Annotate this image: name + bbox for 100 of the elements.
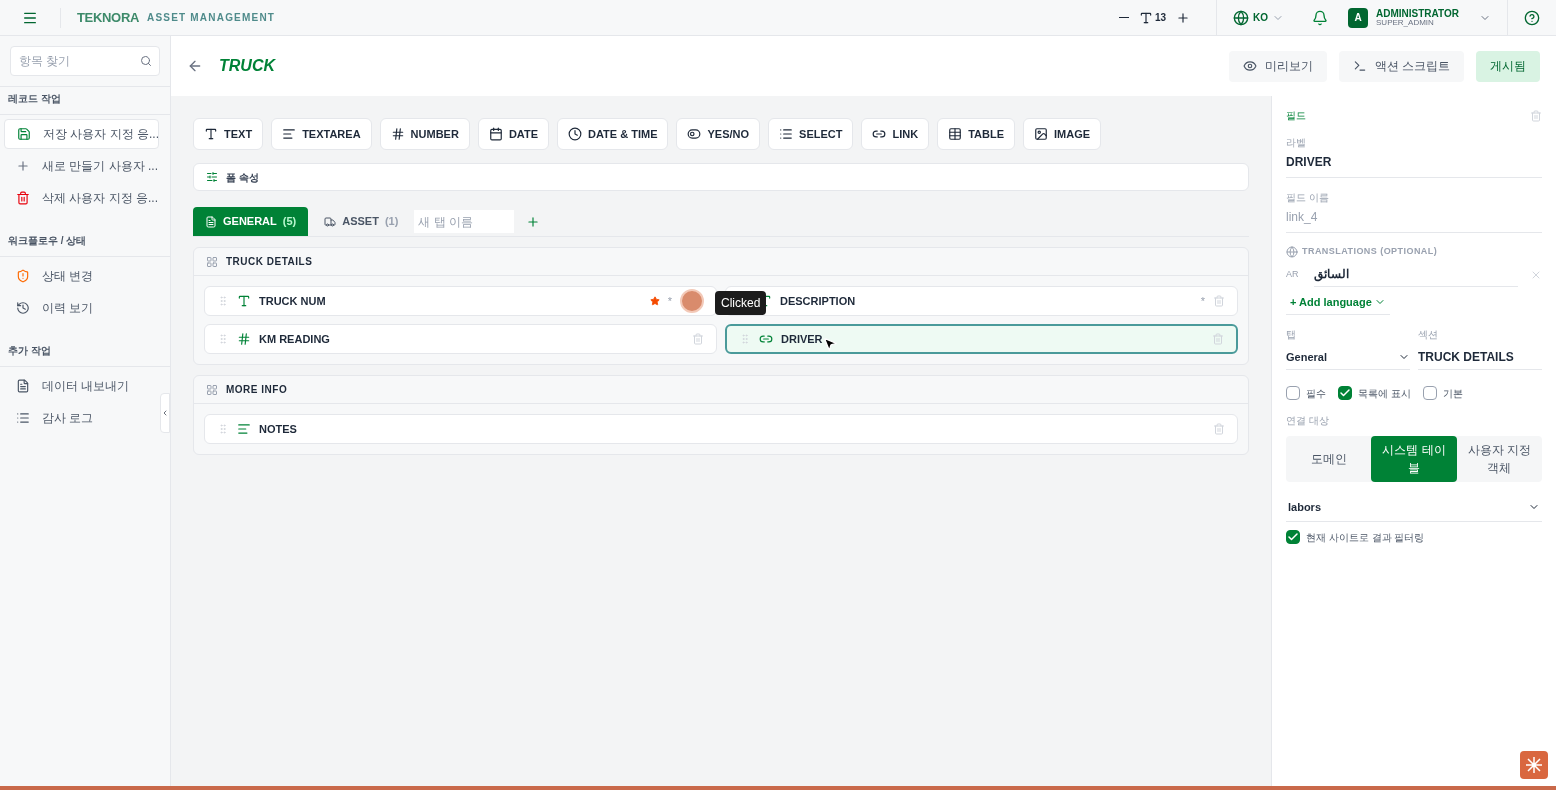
section-field[interactable]: TRUCK DETAILS [1418, 345, 1542, 370]
checkbox[interactable] [1338, 386, 1352, 400]
published-button[interactable]: 게시됨 [1476, 50, 1540, 82]
user-avatar: A [1348, 7, 1369, 28]
hash-icon [237, 332, 251, 346]
required-mark: * [1200, 293, 1205, 309]
form-field[interactable]: NOTES [204, 414, 1238, 444]
field-caption: 섹션 [1418, 327, 1439, 342]
field-label: TRUCK NUM [259, 293, 326, 309]
tooltip: Clicked [715, 291, 767, 315]
document-icon [205, 215, 217, 228]
collapse-sidebar-button[interactable] [160, 393, 170, 433]
field-type-button[interactable]: NUMBER [379, 118, 470, 150]
translation-field[interactable]: السائق [1314, 262, 1518, 287]
search-field[interactable]: 항목 찾기 [10, 46, 160, 76]
lines-icon [237, 422, 251, 436]
form-field[interactable]: KM READING [204, 324, 717, 354]
language-code: AR [1286, 267, 1300, 281]
sidebar-item[interactable]: 삭제 사용자 지정 응... [4, 183, 159, 213]
new-tab-field[interactable]: 새 탭 이름 [414, 210, 515, 233]
delete-icon[interactable] [1212, 333, 1224, 345]
hash-icon [390, 127, 405, 141]
field-type-button[interactable]: SELECT [768, 118, 854, 150]
delete-icon[interactable] [1213, 295, 1225, 307]
brand-subtitle: ASSET MANAGEMENT [147, 11, 276, 25]
checkbox[interactable] [1286, 386, 1300, 400]
segment-option[interactable]: 사용자 지정 객체 [1456, 435, 1542, 482]
field-type-button[interactable]: IMAGE [1023, 118, 1102, 150]
form-field[interactable]: TRUCK NUM * [204, 286, 717, 316]
calendar-icon [488, 127, 503, 141]
form-field[interactable]: DRIVER [725, 324, 1238, 354]
label-field[interactable]: DRIVER [1286, 154, 1542, 178]
field-label: DRIVER [781, 331, 823, 347]
truck-icon [324, 215, 337, 228]
terminal-icon [1352, 59, 1367, 73]
bell-icon [1312, 9, 1329, 26]
trash-icon [16, 191, 30, 205]
toggle-icon [687, 127, 702, 141]
image-icon [1034, 127, 1048, 141]
user-name: ADMINISTRATOR [1376, 8, 1459, 19]
field-type-button[interactable]: LINK [861, 118, 930, 150]
drag-handle-icon[interactable] [217, 295, 229, 307]
clock-icon [568, 127, 582, 141]
help-button[interactable] [1524, 9, 1540, 26]
tab[interactable]: GENERAL (5) [193, 207, 309, 236]
checkbox[interactable] [1286, 530, 1300, 544]
field-type-button[interactable]: TABLE [937, 118, 1015, 150]
tab[interactable]: ASSET (1) [312, 207, 411, 236]
field-type-button[interactable]: TEXT [193, 118, 264, 150]
drag-handle-icon[interactable] [217, 423, 229, 435]
sidebar-item[interactable]: 이력 보기 [4, 293, 159, 323]
text-icon [237, 294, 251, 308]
drag-handle-icon[interactable] [217, 333, 229, 345]
link-icon [872, 127, 887, 141]
field-label: KM READING [259, 331, 330, 347]
preview-button[interactable]: 미리보기 [1228, 50, 1327, 82]
grid-icon [206, 383, 218, 396]
delete-icon[interactable] [1530, 109, 1542, 122]
table-select[interactable]: labors [1286, 493, 1542, 522]
segment-option[interactable]: 시스템 테이블 [1371, 435, 1457, 482]
add-tab-button[interactable] [526, 214, 541, 229]
drag-handle-icon[interactable] [739, 333, 751, 345]
sidebar-item[interactable]: 저장 사용자 지정 응... [4, 119, 159, 149]
list-icon [779, 127, 794, 141]
notifications-button[interactable] [1312, 9, 1329, 26]
lines-icon [282, 127, 297, 141]
translations-title: TRANSLATIONS (OPTIONAL) [1302, 245, 1438, 258]
field-caption: 연결 대상 [1286, 413, 1330, 428]
search-icon [140, 55, 152, 67]
cursor-icon [822, 336, 838, 352]
help-icon [1524, 9, 1540, 26]
sparkle-badge-icon [1520, 751, 1548, 779]
sidebar-item[interactable]: 데이터 내보내기 [4, 371, 159, 401]
field-type-button[interactable]: DATE & TIME [557, 118, 669, 150]
checkbox-label: 필수 [1306, 386, 1326, 401]
checkbox-label: 목록에 표시 [1358, 386, 1411, 401]
font-size-value: 13 [1154, 11, 1167, 25]
user-menu[interactable]: A ADMINISTRATOR SUPER_ADMIN [1348, 7, 1491, 28]
add-language-button[interactable]: + Add language [1286, 290, 1390, 315]
tab-select[interactable]: General [1286, 345, 1410, 370]
field-type-button[interactable]: YES/NO [676, 118, 761, 150]
field-type-button[interactable]: TEXTAREA [271, 118, 372, 150]
user-role: SUPER_ADMIN [1376, 18, 1434, 27]
link-icon [759, 332, 773, 346]
sidebar-item[interactable]: 감사 로그 [4, 403, 159, 433]
sidebar-item[interactable]: 새로 만들기 사용자 ... [4, 151, 159, 181]
minus-icon [1118, 16, 1129, 19]
delete-icon[interactable] [1213, 423, 1225, 435]
language-selector[interactable]: KO [1233, 9, 1285, 26]
delete-icon[interactable] [692, 333, 704, 345]
field-type-button[interactable]: DATE [477, 118, 549, 150]
plus-icon [1176, 10, 1191, 25]
sidebar-item[interactable]: 상태 변경 [4, 261, 159, 291]
font-size-icon [1138, 10, 1153, 25]
segment-option[interactable]: 도메인 [1286, 435, 1372, 482]
back-button[interactable] [187, 58, 203, 74]
checkbox[interactable] [1422, 386, 1437, 400]
globe-icon [1286, 245, 1298, 258]
form-properties-bar[interactable]: 폼 속성 [193, 163, 1249, 191]
script-button[interactable]: 액션 스크립트 [1338, 50, 1464, 82]
